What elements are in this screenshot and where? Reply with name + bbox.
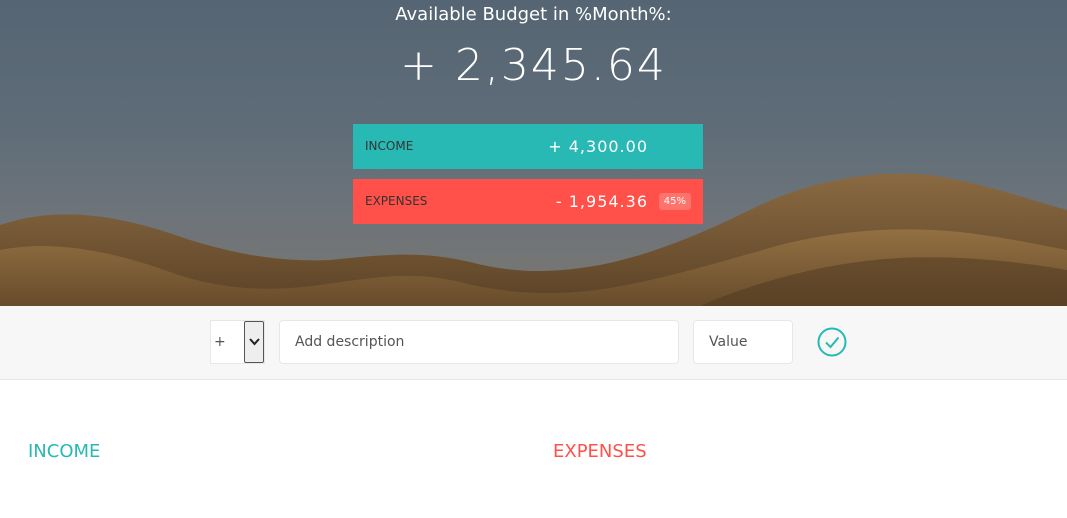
type-select[interactable]: + bbox=[210, 320, 265, 364]
expenses-summary-value: - 1,954.36 bbox=[555, 192, 648, 211]
chevron-down-icon bbox=[249, 338, 260, 346]
income-summary-value: + 4,300.00 bbox=[548, 137, 648, 156]
add-item-button[interactable] bbox=[816, 327, 848, 359]
value-input[interactable] bbox=[693, 320, 793, 364]
income-list-title: INCOME bbox=[28, 441, 101, 462]
type-select-dropdown-button[interactable] bbox=[244, 321, 264, 363]
expenses-percentage-badge: 45% bbox=[658, 193, 691, 210]
budget-value: + 2,345.64 bbox=[400, 40, 667, 91]
income-summary-label: INCOME bbox=[365, 139, 414, 153]
expenses-summary-panel: EXPENSES - 1,954.36 45% bbox=[353, 179, 703, 224]
header-background: Available Budget in %Month%: + 2,345.64 … bbox=[0, 0, 1067, 306]
income-summary-panel: INCOME + 4,300.00 bbox=[353, 124, 703, 169]
type-select-value: + bbox=[214, 334, 226, 350]
expenses-summary-label: EXPENSES bbox=[365, 194, 428, 208]
description-input[interactable] bbox=[279, 320, 679, 364]
add-item-bar: + bbox=[0, 306, 1067, 380]
expenses-list-title: EXPENSES bbox=[553, 441, 647, 462]
checkmark-circle-icon bbox=[817, 327, 847, 357]
budget-title: Available Budget in %Month%: bbox=[395, 4, 672, 25]
